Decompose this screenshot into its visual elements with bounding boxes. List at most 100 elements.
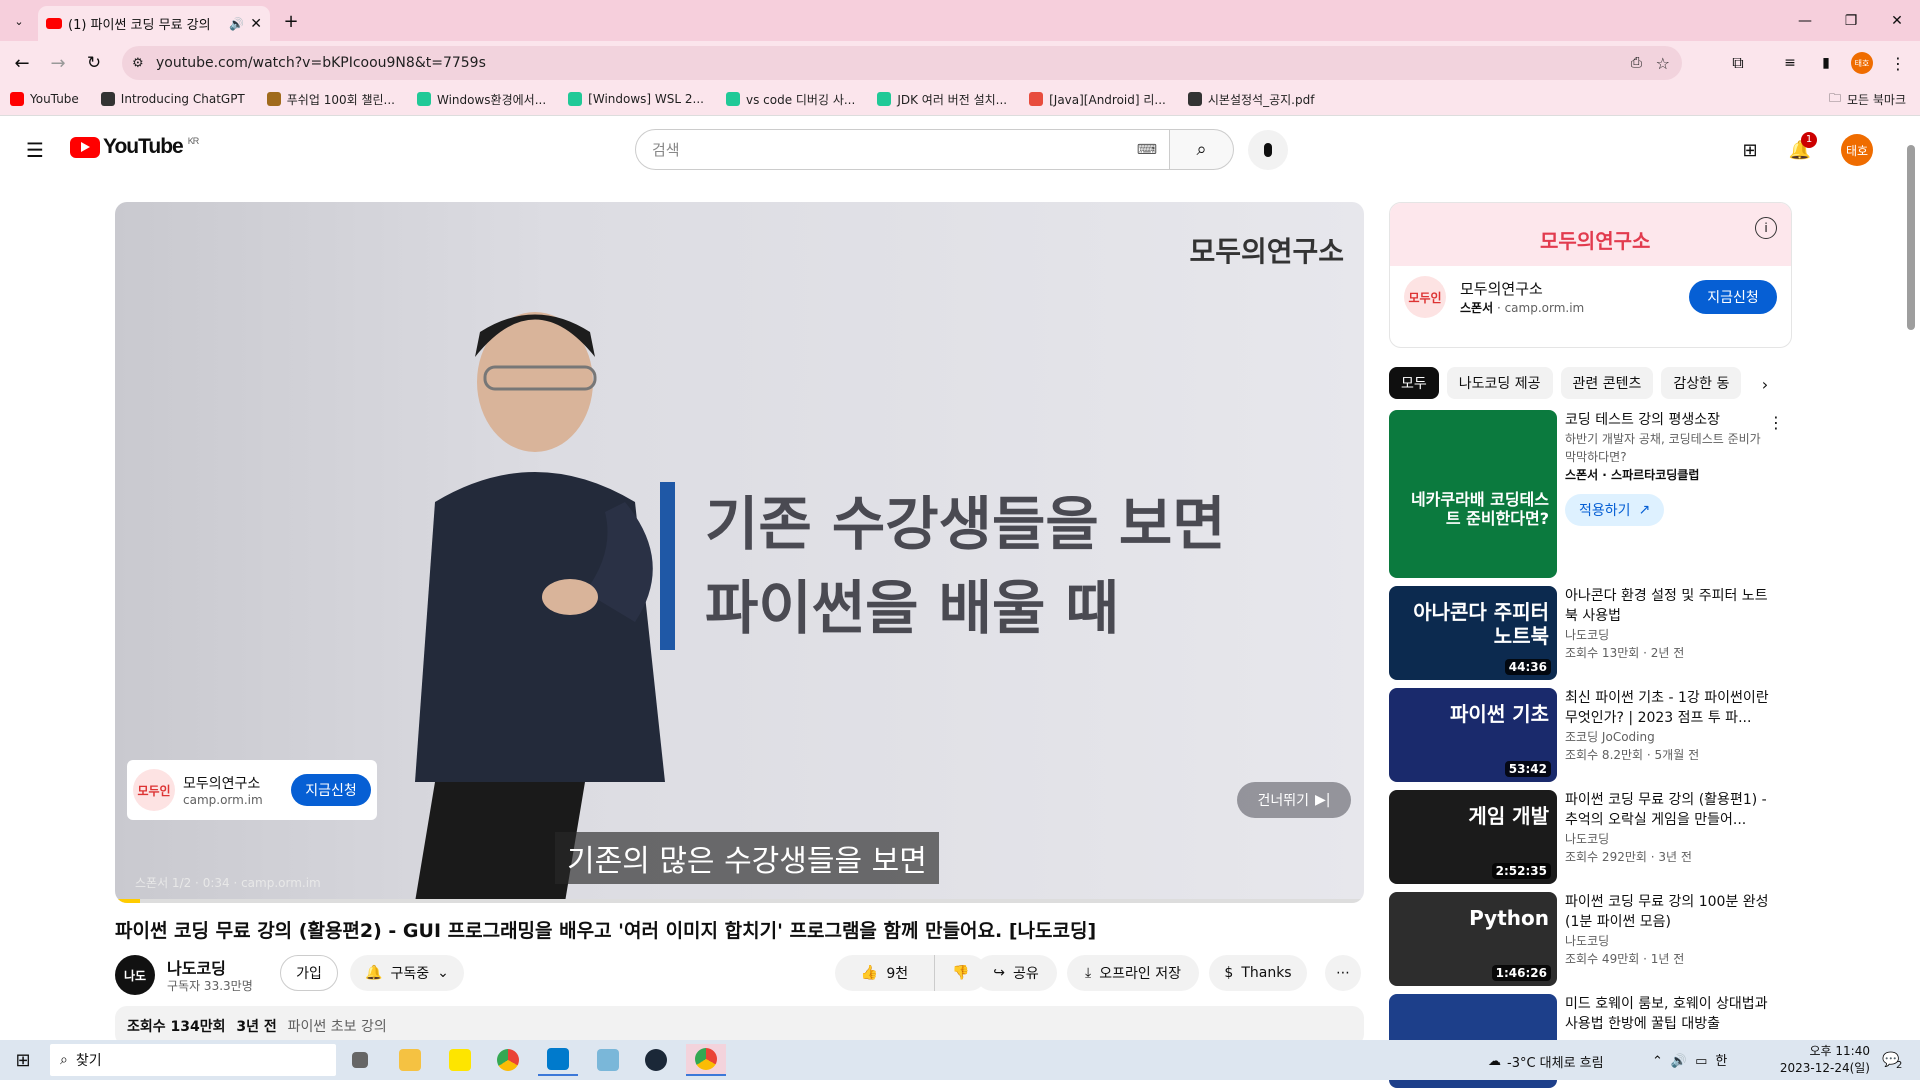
join-button[interactable]: 가입 [280,955,338,991]
video-thumbnail[interactable]: 아나콘다 주피터 노트북 44:36 [1389,586,1557,680]
recommended-video[interactable]: 아나콘다 주피터 노트북 44:36 아나콘다 환경 설정 및 주피터 노트북 사용… [1389,586,1789,680]
thanks-button[interactable]: $ Thanks [1209,955,1307,991]
video-thumbnail[interactable]: 네카쿠라배 코딩테스트 준비한다면? [1389,410,1557,578]
bookmark-item[interactable]: 푸쉬업 100회 챌린... [266,91,395,108]
taskbar-search[interactable]: ⌕ 찾기 [50,1044,336,1076]
bookmark-item[interactable]: Windows환경에서... [416,91,546,108]
recommended-video[interactable]: Python 1:46:26 파이썬 코딩 무료 강의 100분 완성 (1분 파이… [1389,892,1789,986]
create-video-icon[interactable]: ⊞ [1736,137,1764,163]
filter-chip[interactable]: 모두 [1389,367,1439,399]
bookmark-item[interactable]: [Windows] WSL 2... [568,92,704,106]
channel-avatar[interactable]: 나도 [115,955,155,995]
tab-close-icon[interactable]: ✕ [250,16,262,32]
bookmark-star-icon[interactable]: ☆ [1656,54,1670,73]
keyboard-icon[interactable]: ⌨ [1137,142,1157,158]
rec-channel[interactable]: 조코딩 JoCoding [1565,728,1770,746]
back-icon[interactable]: ← [10,51,34,75]
vscode-icon[interactable] [538,1044,578,1076]
kakaotalk-icon[interactable] [440,1044,480,1076]
bookmark-item[interactable]: Introducing ChatGPT [100,92,245,106]
filter-chip[interactable]: 관련 콘텐츠 [1560,367,1654,399]
tray-chevron-icon[interactable]: ⌃ [1652,1054,1671,1069]
rec-channel[interactable]: 나도코딩 [1565,830,1770,848]
profile-avatar[interactable]: 태호 [1851,52,1873,74]
recommended-video[interactable]: 네카쿠라배 코딩테스트 준비한다면? 코딩 테스트 강의 평생소장 하반기 개발자 … [1389,410,1789,578]
minimize-icon[interactable]: — [1782,0,1828,41]
page-scrollbar[interactable] [1907,145,1915,330]
volume-icon[interactable]: 🔊 [1671,1054,1695,1069]
reload-icon[interactable]: ↻ [82,51,106,75]
voice-search-button[interactable] [1248,130,1288,170]
rec-menu-icon[interactable]: ⋮ [1766,410,1786,434]
site-info-icon[interactable]: ⚙ [132,56,144,71]
extensions-icon[interactable]: ⧉ [1726,51,1750,75]
forward-icon[interactable]: → [46,51,70,75]
skip-ad-button[interactable]: 건너뛰기 ▶| [1237,782,1351,818]
sponsor-card[interactable]: 모두의연구소 i 모두인 모두의연구소 스폰서 · camp.orm.im 지금… [1389,202,1792,348]
filter-chip[interactable]: 감상한 동 [1661,367,1742,399]
rec-title[interactable]: 미드 호웨이 룸보, 호웨이 상대법과 사용법 한방에 꿀팁 대방출 [1565,994,1770,1034]
bookmark-item[interactable]: YouTube [10,92,79,106]
recommended-video[interactable]: 게임 개발 2:52:35 파이썬 코딩 무료 강의 (활용편1) - 추억의 오락… [1389,790,1789,884]
hamburger-menu-icon[interactable]: ☰ [22,137,48,163]
audio-playing-icon[interactable]: 🔊 [229,17,244,31]
rec-cta-button[interactable]: 적용하기 ↗ [1565,494,1665,526]
system-tray[interactable]: ⌃🔊▭한 [1652,1050,1735,1069]
bookmark-item[interactable]: JDK 여러 버전 설치... [877,91,1007,108]
close-window-icon[interactable]: ✕ [1874,0,1920,41]
clock[interactable]: 오후 11:40 2023-12-24(일) [1770,1043,1870,1077]
rec-channel[interactable]: 나도코딩 [1565,626,1770,644]
rec-title[interactable]: 아나콘다 환경 설정 및 주피터 노트북 사용법 [1565,586,1770,626]
install-app-icon[interactable]: ⎙ [1631,55,1642,71]
bookmark-item[interactable]: vs code 디버깅 사... [725,91,855,108]
youtube-logo[interactable]: YouTube KR [70,135,199,159]
search-input[interactable]: 검색 ⌨ [635,129,1170,170]
media-control-icon[interactable]: ≡ [1778,51,1802,75]
bookmark-item[interactable]: 시본설정석_공지.pdf [1187,91,1314,108]
video-thumbnail[interactable]: 파이썬 기초 53:42 [1389,688,1557,782]
chrome-icon[interactable] [488,1044,528,1076]
info-icon[interactable]: i [1755,217,1777,239]
ad-cta-button[interactable]: 지금신청 [291,774,371,806]
windows-start-icon[interactable]: ⊞ [10,1048,36,1072]
side-panel-icon[interactable]: ▮ [1814,51,1838,75]
address-bar[interactable]: ⚙ youtube.com/watch?v=bKPIcoou9N8&t=7759… [122,46,1682,80]
player-ad-card[interactable]: 모두인 모두의연구소 camp.orm.im 지금신청 [127,760,377,820]
rec-title[interactable]: 최신 파이썬 기초 - 1강 파이썬이란 무엇인가? | 2023 점프 투 파… [1565,688,1770,728]
rec-title[interactable]: 파이썬 코딩 무료 강의 100분 완성 (1분 파이썬 모음) [1565,892,1770,932]
rec-channel[interactable]: 하반기 개발자 공채, 코딩테스트 준비가 막막하다면? [1565,430,1770,466]
file-explorer-icon[interactable] [390,1044,430,1076]
rec-title[interactable]: 파이썬 코딩 무료 강의 (활용편1) - 추억의 오락실 게임을 만들어... [1565,790,1770,830]
notepad-icon[interactable] [588,1044,628,1076]
video-thumbnail[interactable]: Python 1:46:26 [1389,892,1557,986]
ad-progress-bar[interactable] [115,899,1364,903]
chips-next-icon[interactable]: › [1752,371,1778,397]
steam-icon[interactable] [636,1044,676,1076]
tab-list-dropdown-icon[interactable]: ⌄ [8,10,30,32]
browser-tab[interactable]: (1) 파이썬 코딩 무료 강의 🔊 ✕ [38,6,270,41]
account-avatar[interactable]: 태호 [1841,134,1873,166]
video-tag[interactable]: 파이썬 초보 강의 [288,1019,387,1035]
share-button[interactable]: ↪ 공유 [975,955,1057,991]
sponsor-cta-button[interactable]: 지금신청 [1689,280,1777,314]
rec-title[interactable]: 코딩 테스트 강의 평생소장 [1565,410,1770,430]
rec-channel[interactable]: 나도코딩 [1565,932,1770,950]
network-icon[interactable]: ▭ [1695,1054,1715,1069]
weather-widget[interactable]: ☁ -3°C 대체로 흐림 [1488,1052,1604,1071]
chrome-active-icon[interactable] [686,1044,726,1076]
browser-menu-icon[interactable]: ⋮ [1886,51,1910,75]
task-view-icon[interactable] [340,1044,380,1076]
channel-name[interactable]: 나도코딩 [167,955,226,979]
download-button[interactable]: ⤓ 오프라인 저장 [1067,955,1199,991]
all-bookmarks-folder[interactable]: 🗀 모든 북마크 [1829,89,1906,110]
search-button[interactable]: ⌕ [1170,129,1234,170]
ime-icon[interactable]: 한 [1715,1054,1735,1069]
new-tab-icon[interactable]: + [278,8,304,34]
bookmark-item[interactable]: [Java][Android] 리... [1029,91,1166,108]
like-button[interactable]: 👍 9천 [835,955,935,991]
video-thumbnail[interactable]: 게임 개발 2:52:35 [1389,790,1557,884]
recommended-video[interactable]: 파이썬 기초 53:42 최신 파이썬 기초 - 1강 파이썬이란 무엇인가? | … [1389,688,1789,782]
more-actions-button[interactable]: ⋯ [1325,955,1361,991]
video-player[interactable]: 모두의연구소 기존 수강생들을 보면 파이썬을 배울 때 모두인 모두의연구소 … [115,202,1364,903]
subscribed-button[interactable]: 🔔 구독중 ⌄ [350,955,464,991]
